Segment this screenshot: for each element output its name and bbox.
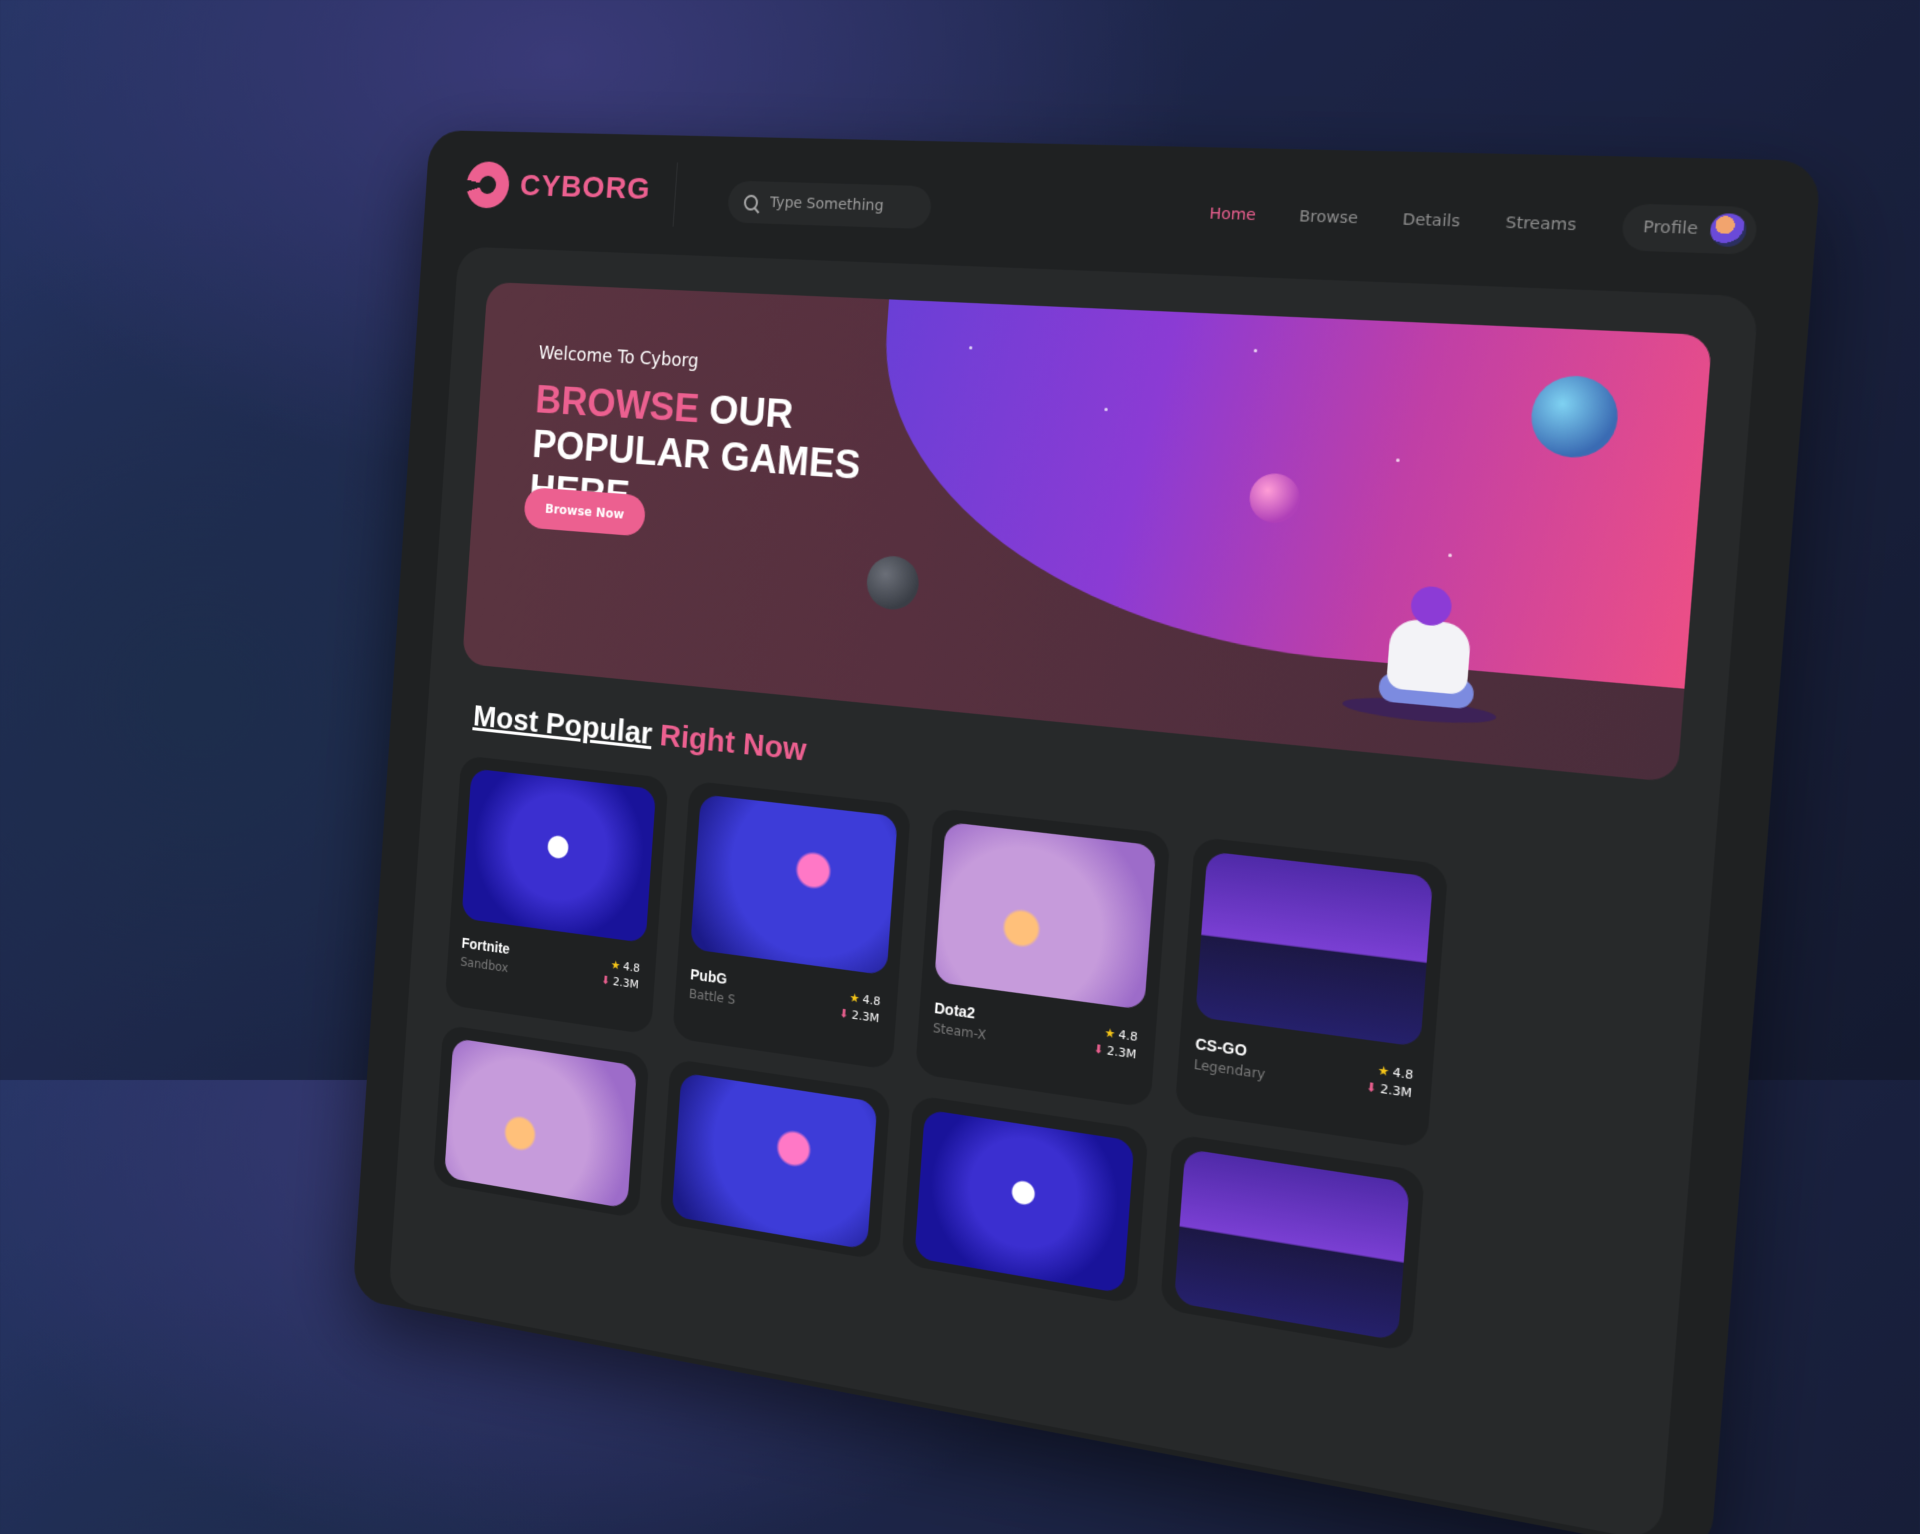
nav-home[interactable]: Home: [1209, 205, 1257, 224]
game-card[interactable]: [901, 1095, 1148, 1305]
game-card[interactable]: [433, 1024, 650, 1218]
top-nav: Home Browse Details Streams Profile: [1208, 192, 1759, 255]
avatar: [1709, 213, 1747, 247]
star-decoration: [1396, 458, 1400, 462]
star-decoration: [969, 346, 972, 349]
game-stats: ★4.8 ⬇2.3M: [839, 988, 881, 1027]
main-content: Welcome To Cyborg BROWSE OUR POPULAR GAM…: [388, 246, 1759, 1534]
vr-person-illustration: [1377, 583, 1481, 716]
section-title-part1: Most Popular: [472, 699, 653, 751]
star-decoration: [1254, 349, 1258, 353]
game-thumbnail: [690, 794, 898, 975]
game-thumbnail: [1195, 851, 1433, 1047]
game-thumbnail: [672, 1073, 878, 1250]
download-icon: ⬇: [839, 1006, 849, 1021]
search-input[interactable]: [767, 193, 915, 217]
download-icon: ⬇: [1093, 1042, 1104, 1058]
game-thumbnail: [444, 1038, 637, 1209]
game-stats: ★4.8 ⬇2.3M: [601, 956, 641, 994]
star-icon: ★: [1377, 1063, 1390, 1079]
profile-label: Profile: [1642, 218, 1698, 239]
star-decoration: [1104, 408, 1108, 411]
game-name: PubG: [690, 966, 728, 988]
game-genre: Legendary: [1193, 1057, 1266, 1083]
game-rating: 4.8: [1118, 1028, 1138, 1045]
game-card[interactable]: Dota2 Steam-X ★4.8 ⬇2.3M: [915, 808, 1171, 1108]
game-thumbnail: [934, 822, 1156, 1010]
game-card[interactable]: Fortnite Sandbox ★4.8 ⬇2.3M: [445, 755, 669, 1035]
download-icon: ⬇: [1365, 1080, 1377, 1096]
star-icon: ★: [1104, 1026, 1116, 1042]
section-title: Most PopularRight Now: [472, 699, 807, 769]
game-thumbnail: [914, 1109, 1134, 1293]
header-divider: [673, 162, 678, 226]
nav-browse[interactable]: Browse: [1299, 208, 1359, 228]
game-rating: 4.8: [862, 992, 881, 1008]
app-panel: CYBORG Home Browse Details Streams Profi…: [356, 130, 1821, 1488]
game-downloads: 2.3M: [1106, 1044, 1137, 1062]
game-name: CS-GO: [1195, 1035, 1248, 1060]
brand-name: CYBORG: [519, 169, 652, 208]
section-title-part2: Right Now: [659, 718, 808, 768]
game-downloads: 2.3M: [851, 1008, 880, 1026]
game-stats: ★4.8 ⬇2.3M: [1365, 1060, 1414, 1102]
logo-icon: [465, 161, 511, 209]
stage: CYBORG Home Browse Details Streams Profi…: [0, 0, 1920, 1080]
profile-button[interactable]: Profile: [1621, 203, 1758, 254]
hero-banner: Welcome To Cyborg BROWSE OUR POPULAR GAM…: [462, 282, 1712, 783]
hero-headline-accent: BROWSE: [534, 379, 700, 432]
game-name: Fortnite: [461, 935, 510, 958]
star-icon: ★: [610, 958, 620, 973]
browse-now-button[interactable]: Browse Now: [523, 487, 646, 537]
game-card[interactable]: CS-GO Legendary ★4.8 ⬇2.3M: [1175, 837, 1449, 1149]
search-icon: [744, 194, 759, 210]
search-bar[interactable]: [727, 181, 933, 230]
game-card[interactable]: [1160, 1134, 1425, 1353]
game-thumbnail: [461, 768, 656, 943]
planet-graphic: [865, 554, 920, 611]
game-name: Dota2: [934, 999, 976, 1022]
nav-details[interactable]: Details: [1402, 211, 1461, 231]
game-downloads: 2.3M: [612, 975, 639, 992]
app-window: CYBORG Home Browse Details Streams Profi…: [352, 130, 1821, 1534]
download-icon: ⬇: [601, 973, 611, 987]
game-genre: Steam-X: [932, 1020, 986, 1042]
game-rating: 4.8: [623, 960, 641, 976]
star-icon: ★: [849, 991, 860, 1006]
game-genre: Sandbox: [460, 955, 509, 976]
game-downloads: 2.3M: [1380, 1082, 1413, 1101]
game-thumbnail: [1174, 1149, 1410, 1341]
logo[interactable]: CYBORG: [465, 161, 652, 213]
star-decoration: [1448, 553, 1452, 557]
nav-streams[interactable]: Streams: [1505, 214, 1577, 235]
hero-welcome: Welcome To Cyborg: [538, 343, 699, 372]
game-genre: Battle S: [688, 986, 735, 1007]
game-stats: ★4.8 ⬇2.3M: [1093, 1023, 1138, 1064]
game-card[interactable]: PubG Battle S ★4.8 ⬇2.3M: [672, 781, 911, 1071]
game-card[interactable]: [659, 1058, 890, 1260]
